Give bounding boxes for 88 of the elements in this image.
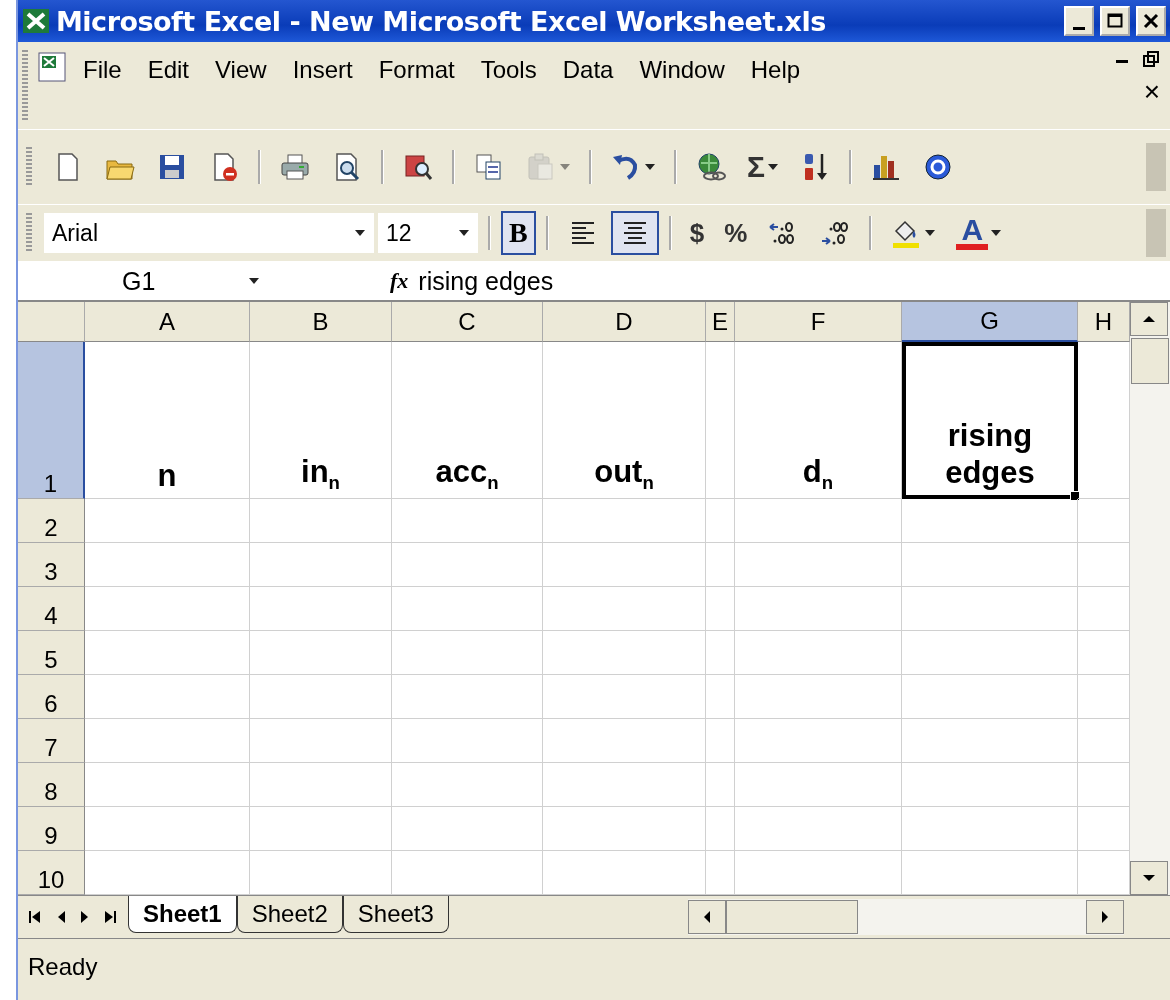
maximize-icon [1107, 13, 1123, 29]
first-sheet-icon[interactable] [28, 909, 42, 925]
printer-icon[interactable] [279, 151, 311, 183]
table-cell [706, 543, 735, 587]
table-cell [706, 763, 735, 807]
autosum-button[interactable]: Σ [747, 150, 765, 184]
table-cell [706, 631, 735, 675]
up-arrow-icon [1142, 315, 1156, 323]
menu-item[interactable]: Tools [467, 50, 550, 90]
menu-item[interactable]: File [70, 50, 135, 90]
row-header[interactable]: 2 [18, 499, 85, 543]
column-header[interactable]: C [392, 302, 543, 342]
right-arrow-icon [1101, 910, 1109, 924]
menu-item[interactable]: Insert [279, 50, 366, 90]
horizontal-scroll-thumb[interactable] [726, 900, 858, 934]
row-header[interactable]: 4 [18, 587, 85, 631]
table-cell: d$_{n}$ [735, 342, 902, 499]
column-header[interactable]: B [250, 302, 392, 342]
dropdown-arrow-icon [458, 229, 470, 237]
table-cell [706, 719, 735, 763]
select-all-corner[interactable] [18, 302, 85, 342]
column-header[interactable]: G [902, 302, 1078, 342]
percent-button[interactable]: % [716, 211, 756, 255]
down-arrow-icon [1142, 874, 1156, 882]
table-cell: n [85, 342, 250, 499]
font-color-button[interactable]: A [961, 216, 984, 244]
scroll-right-button[interactable] [1086, 900, 1124, 934]
table-cell [706, 499, 735, 543]
menu-item[interactable]: Window [626, 50, 738, 90]
menu-item[interactable]: View [202, 50, 280, 90]
row-header[interactable]: 8 [18, 763, 85, 807]
column-header[interactable]: F [735, 302, 902, 342]
scroll-up-button[interactable] [1130, 302, 1168, 336]
close-icon [1143, 13, 1159, 29]
row-header[interactable]: 7 [18, 719, 85, 763]
dropdown-arrow-icon [354, 229, 366, 237]
column-header[interactable]: A [85, 302, 250, 342]
table-cell [706, 851, 735, 895]
restore-window-icon[interactable] [1114, 50, 1160, 70]
name-box-dropdown-icon [248, 277, 260, 285]
name-box[interactable]: G1 [18, 262, 248, 300]
row-header[interactable]: 6 [18, 675, 85, 719]
column-header[interactable]: D [543, 302, 706, 342]
column-header[interactable]: E [706, 302, 735, 342]
menu-item[interactable]: Help [737, 50, 814, 90]
row-header[interactable]: 3 [18, 543, 85, 587]
row-header[interactable]: 5 [18, 631, 85, 675]
table-cell: in$_{n}$ [250, 342, 392, 499]
left-arrow-icon [703, 910, 711, 924]
menu-item[interactable]: Format [365, 50, 468, 90]
fill-handle[interactable] [1070, 491, 1080, 501]
last-sheet-icon[interactable] [104, 909, 118, 925]
help-icon[interactable] [922, 151, 954, 183]
close-workbook-button[interactable]: × [1143, 78, 1160, 106]
sheet-tab[interactable]: Sheet2 [236, 896, 343, 933]
table-cell [706, 807, 735, 851]
status-text: Ready [28, 953, 98, 981]
row-header[interactable]: 9 [18, 807, 85, 851]
font-size-field[interactable]: 12 [378, 213, 478, 253]
close-button[interactable] [1136, 6, 1166, 36]
table-cell [706, 587, 735, 631]
bold-button[interactable]: B [501, 211, 536, 255]
minimize-icon [1073, 26, 1085, 30]
font-name-field[interactable]: Arial [44, 213, 374, 253]
menu-item[interactable]: Data [549, 50, 627, 90]
column-header[interactable]: H [1078, 302, 1130, 342]
scroll-thumb[interactable] [1131, 338, 1169, 384]
table-cell: acc$_{n}$ [392, 342, 543, 499]
active-cell: rising edges [902, 342, 1078, 499]
scroll-left-button[interactable] [688, 900, 726, 934]
scroll-down-button[interactable] [1130, 861, 1168, 895]
row-header[interactable]: 1 [18, 342, 85, 499]
row-header[interactable]: 10 [18, 851, 85, 895]
window-title: Microsoft Excel - New Microsoft Excel Worksheet.xls [56, 5, 827, 37]
globe-chain-icon[interactable] [695, 151, 727, 183]
insert-function-button[interactable]: fx [390, 268, 409, 294]
previous-sheet-icon[interactable] [56, 909, 66, 925]
menu-item[interactable]: Edit [134, 50, 203, 90]
sheet-tab[interactable]: Sheet1 [128, 896, 237, 933]
spreadsheet-app-icon [22, 7, 50, 35]
maximize-button[interactable] [1100, 6, 1130, 36]
sheet-tab[interactable]: Sheet3 [342, 896, 449, 933]
minimize-button[interactable] [1064, 6, 1094, 36]
next-sheet-icon[interactable] [80, 909, 90, 925]
table-cell [706, 675, 735, 719]
table-cell: out$_{n}$ [543, 342, 706, 499]
formula-field[interactable]: rising edges [418, 266, 554, 296]
currency-button[interactable]: $ [681, 211, 713, 255]
